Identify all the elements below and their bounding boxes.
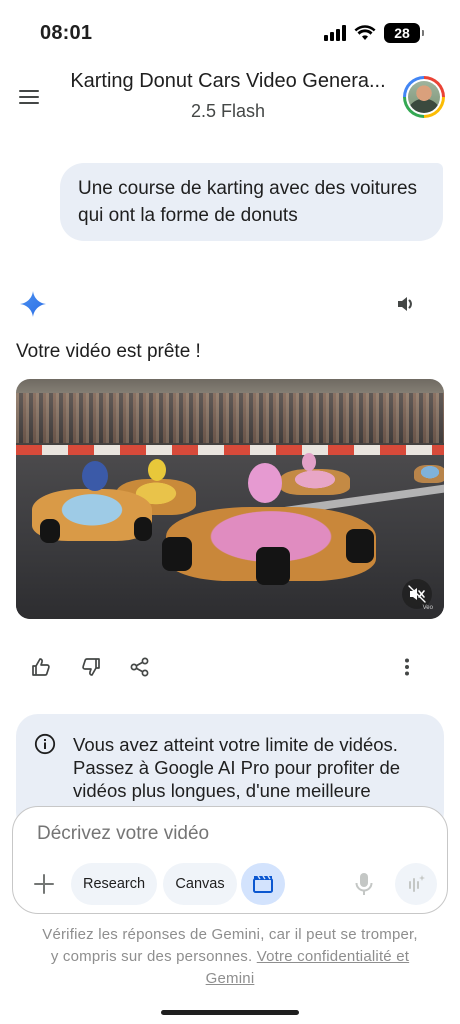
response-text: Votre vidéo est prête ! bbox=[16, 341, 201, 362]
prompt-composer: Research Canvas bbox=[12, 806, 448, 914]
app-header: Karting Donut Cars Video Genera... 2.5 F… bbox=[0, 62, 460, 134]
info-icon bbox=[34, 733, 56, 755]
wifi-icon bbox=[354, 25, 376, 40]
thumbs-down-icon[interactable] bbox=[80, 656, 102, 678]
menu-icon[interactable] bbox=[14, 82, 44, 112]
speaker-icon[interactable] bbox=[396, 294, 416, 314]
status-icons: 28 bbox=[324, 23, 424, 43]
gemini-sparkle-icon bbox=[20, 291, 46, 317]
video-veo-badge: Veo bbox=[422, 605, 433, 611]
user-message-bubble: Une course de karting avec des voitures … bbox=[60, 163, 443, 241]
cellular-signal-icon bbox=[324, 25, 346, 41]
canvas-chip[interactable]: Canvas bbox=[163, 863, 237, 905]
kart-far bbox=[280, 469, 350, 495]
profile-photo bbox=[408, 81, 440, 113]
video-limit-message: Vous avez atteint votre limite de vidéos… bbox=[73, 734, 401, 801]
disclaimer: Vérifiez les réponses de Gemini, car il … bbox=[40, 924, 420, 990]
status-bar: 08:01 28 bbox=[0, 0, 460, 62]
response-actions bbox=[0, 656, 460, 682]
conversation-title: Karting Donut Cars Video Genera... bbox=[70, 70, 386, 92]
video-crowd bbox=[16, 393, 444, 443]
share-icon[interactable] bbox=[129, 656, 151, 678]
avatar[interactable] bbox=[403, 76, 445, 118]
kart-far-right bbox=[414, 465, 444, 483]
title-block[interactable]: Karting Donut Cars Video Genera... 2.5 F… bbox=[56, 70, 400, 122]
plus-icon[interactable] bbox=[31, 871, 57, 897]
status-time: 08:01 bbox=[40, 22, 93, 44]
research-chip[interactable]: Research bbox=[71, 863, 157, 905]
more-vertical-icon[interactable] bbox=[396, 656, 418, 678]
generated-video[interactable]: Veo bbox=[16, 379, 444, 619]
microphone-icon[interactable] bbox=[353, 871, 375, 897]
clapperboard-icon bbox=[253, 875, 273, 893]
video-barrier bbox=[16, 445, 444, 455]
model-selector[interactable]: 2.5 Flash bbox=[56, 101, 400, 122]
volume-off-icon bbox=[408, 585, 426, 603]
live-waveform-icon bbox=[409, 875, 425, 892]
battery-icon: 28 bbox=[384, 23, 424, 43]
home-indicator[interactable] bbox=[161, 1010, 299, 1015]
video-tool-chip[interactable] bbox=[241, 863, 285, 905]
live-button[interactable] bbox=[395, 863, 437, 905]
thumbs-up-icon[interactable] bbox=[30, 656, 52, 678]
prompt-input[interactable] bbox=[37, 823, 417, 845]
